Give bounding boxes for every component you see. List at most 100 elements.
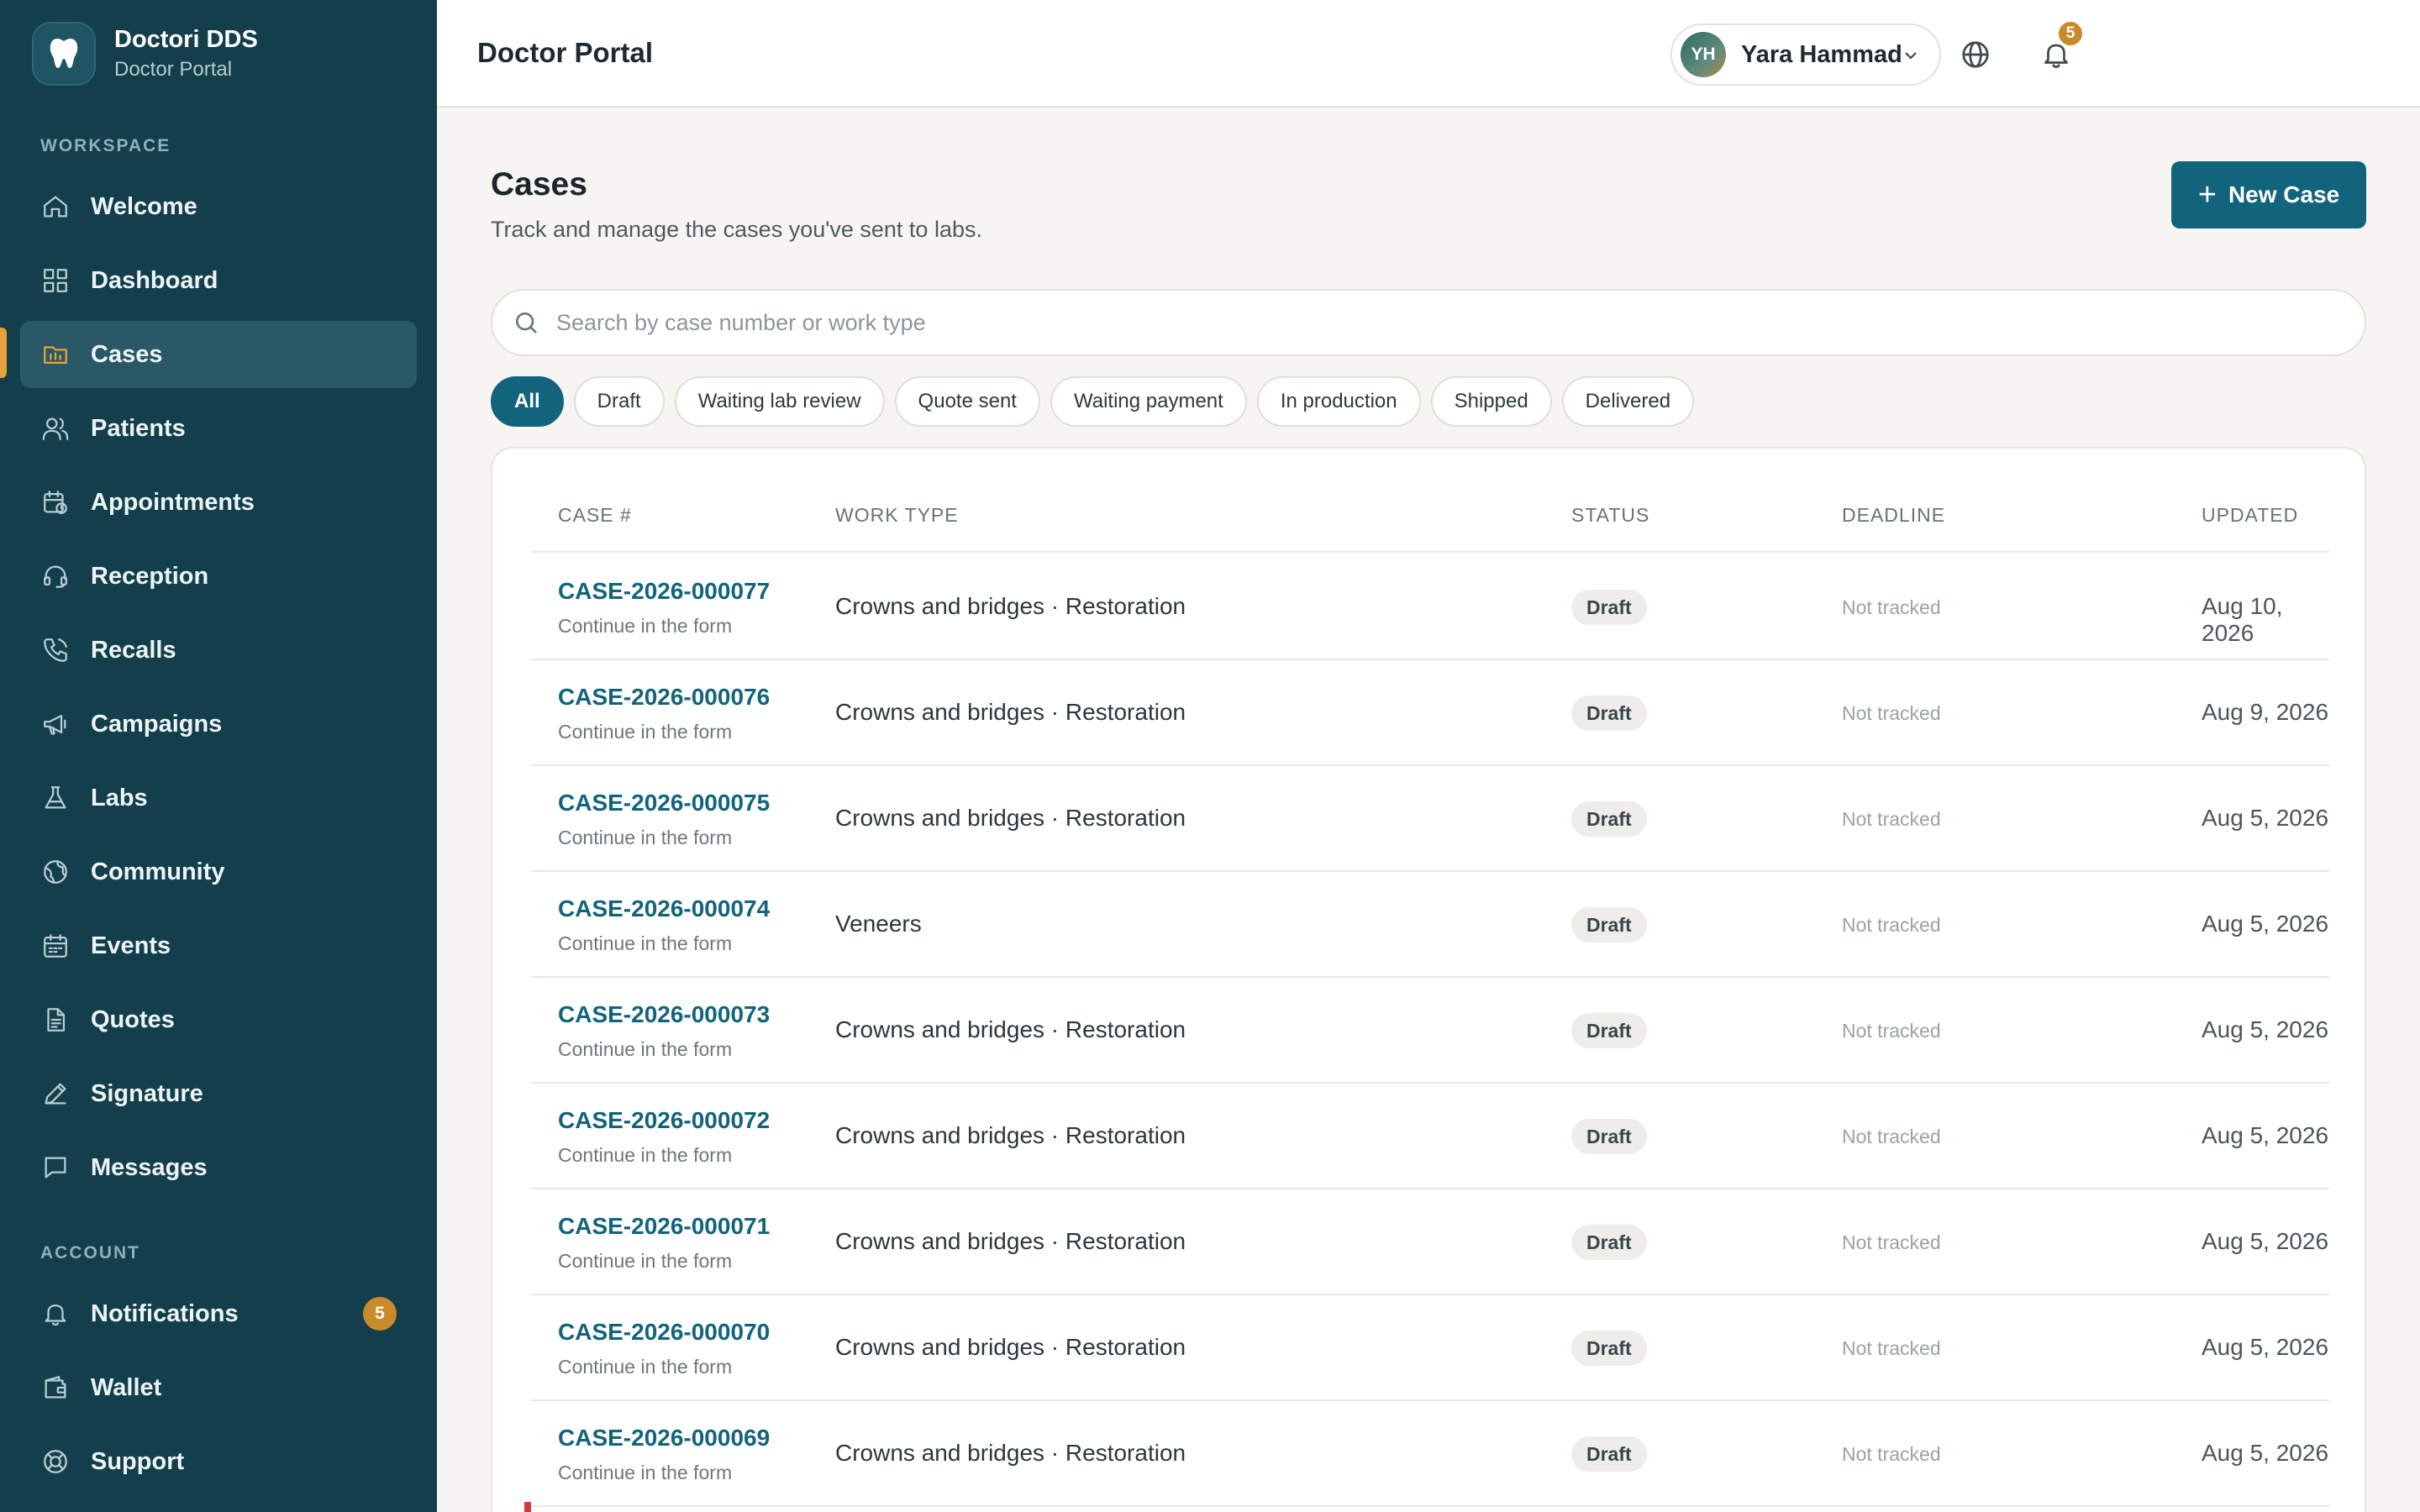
filter-quote-sent[interactable]: Quote sent [894, 376, 1040, 427]
new-case-button[interactable]: + New Case [2171, 161, 2366, 228]
sidebar-item-cases[interactable]: Cases [20, 321, 417, 388]
filter-delivered[interactable]: Delivered [1561, 376, 1695, 427]
sidebar-item-welcome[interactable]: Welcome [20, 173, 417, 240]
case-number-link[interactable]: CASE-2026-000075 [558, 790, 770, 816]
column-header-status[interactable]: STATUS [1571, 504, 1649, 527]
avatar: YH [1681, 32, 1726, 77]
sidebar-item-events[interactable]: Events [20, 912, 417, 979]
sidebar-item-label: Appointments [91, 488, 255, 516]
search-input[interactable] [556, 309, 2321, 336]
filter-shipped[interactable]: Shipped [1430, 376, 1552, 427]
sidebar-item-label: Cases [91, 340, 163, 368]
case-number-link[interactable]: CASE-2026-000073 [558, 1001, 770, 1028]
deadline-value: Not tracked [1842, 1443, 1941, 1465]
globe-icon [1962, 41, 1989, 68]
home-icon [40, 192, 71, 222]
status-badge: Draft [1571, 907, 1647, 942]
sidebar-item-label: Welcome [91, 192, 197, 220]
brand-name: Doctori DDS [114, 26, 258, 53]
notifications-button[interactable]: 5 [2033, 20, 2084, 77]
status-badge: Draft [1571, 1436, 1647, 1472]
case-number-link[interactable]: CASE-2026-000070 [558, 1319, 770, 1346]
table-row[interactable]: CASE-2026-000073 Continue in the form Cr… [531, 978, 2329, 1084]
folder-icon [40, 339, 71, 370]
deadline-value: Not tracked [1842, 1231, 1941, 1253]
sidebar-item-dashboard[interactable]: Dashboard [20, 247, 417, 314]
column-header-case[interactable]: CASE # [558, 504, 632, 527]
brand-subtitle: Doctor Portal [114, 58, 233, 81]
filter-in-production[interactable]: In production [1256, 376, 1421, 427]
work-type: Veneers [835, 911, 922, 937]
sidebar-item-recalls[interactable]: Recalls [20, 617, 417, 684]
table-row[interactable]: CASE-2026-000074 Continue in the form Ve… [531, 872, 2329, 978]
sidebar-item-campaigns[interactable]: Campaigns [20, 690, 417, 758]
status-badge: Draft [1571, 1119, 1647, 1154]
sidebar-item-label: Patients [91, 414, 186, 442]
table-row[interactable]: CASE-2026-000077 Continue in the form Cr… [531, 554, 2329, 660]
column-header-updated[interactable]: UPDATED [2202, 504, 2298, 527]
table-header: CASE # WORK TYPE STATUS DEADLINE UPDATED [531, 504, 2329, 553]
user-menu[interactable]: YH Yara Hammad [1670, 24, 1941, 86]
sidebar-item-patients[interactable]: Patients [20, 395, 417, 462]
notifications-count-badge: 5 [363, 1297, 397, 1331]
work-type: Crowns and bridges · Restoration [835, 699, 1186, 725]
calendar-clock-icon [40, 487, 71, 517]
sidebar-item-notifications[interactable]: Notifications 5 [20, 1280, 417, 1347]
table-row[interactable]: CASE-2026-000072 Continue in the form Cr… [531, 1084, 2329, 1189]
sidebar-item-label: Events [91, 932, 171, 959]
table-row[interactable]: CASE-2026-000076 Continue in the form Cr… [531, 660, 2329, 766]
case-number-link[interactable]: CASE-2026-000076 [558, 684, 770, 711]
status-badge: Draft [1571, 1331, 1647, 1366]
tooth-logo-icon [32, 22, 96, 86]
column-header-work-type[interactable]: WORK TYPE [835, 504, 959, 527]
sidebar: Doctori DDS Doctor Portal WORKSPACE Welc… [0, 0, 437, 1512]
sidebar-item-quotes[interactable]: Quotes [20, 986, 417, 1053]
case-number-link[interactable]: CASE-2026-000071 [558, 1213, 770, 1240]
notification-count-badge: 5 [2057, 20, 2084, 47]
deadline-value: Not tracked [1842, 1020, 1941, 1042]
bell-icon [40, 1299, 71, 1329]
sidebar-item-labs[interactable]: Labs [20, 764, 417, 832]
case-number-link[interactable]: CASE-2026-000069 [558, 1425, 770, 1452]
sidebar-item-support[interactable]: Support [20, 1428, 417, 1495]
calendar-icon [40, 931, 71, 961]
message-icon [40, 1152, 71, 1183]
table-row[interactable]: CASE-2026-000075 Continue in the form Cr… [531, 766, 2329, 872]
cases-table: CASE # WORK TYPE STATUS DEADLINE UPDATED… [491, 447, 2366, 1512]
sidebar-item-label: Labs [91, 784, 148, 811]
sidebar-item-label: Signature [91, 1079, 203, 1107]
case-number-link[interactable]: CASE-2026-000072 [558, 1107, 770, 1134]
globe-button[interactable] [1953, 32, 1998, 77]
filter-waiting-lab-review[interactable]: Waiting lab review [674, 376, 885, 427]
sidebar-item-label: Support [91, 1447, 185, 1475]
pen-icon [40, 1079, 71, 1109]
filter-draft[interactable]: Draft [573, 376, 665, 427]
workspace-section-label: WORKSPACE [40, 136, 171, 155]
filter-waiting-payment[interactable]: Waiting payment [1050, 376, 1247, 427]
flask-icon [40, 783, 71, 813]
column-header-deadline[interactable]: DEADLINE [1842, 504, 1945, 527]
filter-all[interactable]: All [491, 376, 564, 427]
sidebar-item-community[interactable]: Community [20, 838, 417, 906]
case-number-link[interactable]: CASE-2026-000077 [558, 578, 770, 605]
sidebar-item-reception[interactable]: Reception [20, 543, 417, 610]
work-type: Crowns and bridges · Restoration [835, 805, 1186, 831]
table-row[interactable]: CASE-2026-000070 Continue in the form Cr… [531, 1295, 2329, 1401]
case-hint: Continue in the form [558, 1462, 733, 1483]
sidebar-item-messages[interactable]: Messages [20, 1134, 417, 1201]
brand[interactable]: Doctori DDS Doctor Portal [32, 22, 258, 86]
table-row[interactable]: CASE-2026-000071 Continue in the form Cr… [531, 1189, 2329, 1295]
updated-date: Aug 5, 2026 [2202, 1228, 2329, 1254]
sidebar-item-label: Quotes [91, 1005, 175, 1033]
table-row[interactable]: CASE-2026-000069 Continue in the form Cr… [531, 1401, 2329, 1507]
sidebar-item-label: Community [91, 858, 225, 885]
case-number-link[interactable]: CASE-2026-000074 [558, 895, 770, 922]
status-badge: Draft [1571, 801, 1647, 837]
deadline-value: Not tracked [1842, 914, 1941, 936]
users-icon [40, 413, 71, 444]
sidebar-item-appointments[interactable]: Appointments [20, 469, 417, 536]
row-priority-marker [524, 1502, 531, 1512]
page-subtitle: Track and manage the cases you've sent t… [491, 217, 982, 242]
sidebar-item-signature[interactable]: Signature [20, 1060, 417, 1127]
sidebar-item-wallet[interactable]: Wallet [20, 1354, 417, 1421]
